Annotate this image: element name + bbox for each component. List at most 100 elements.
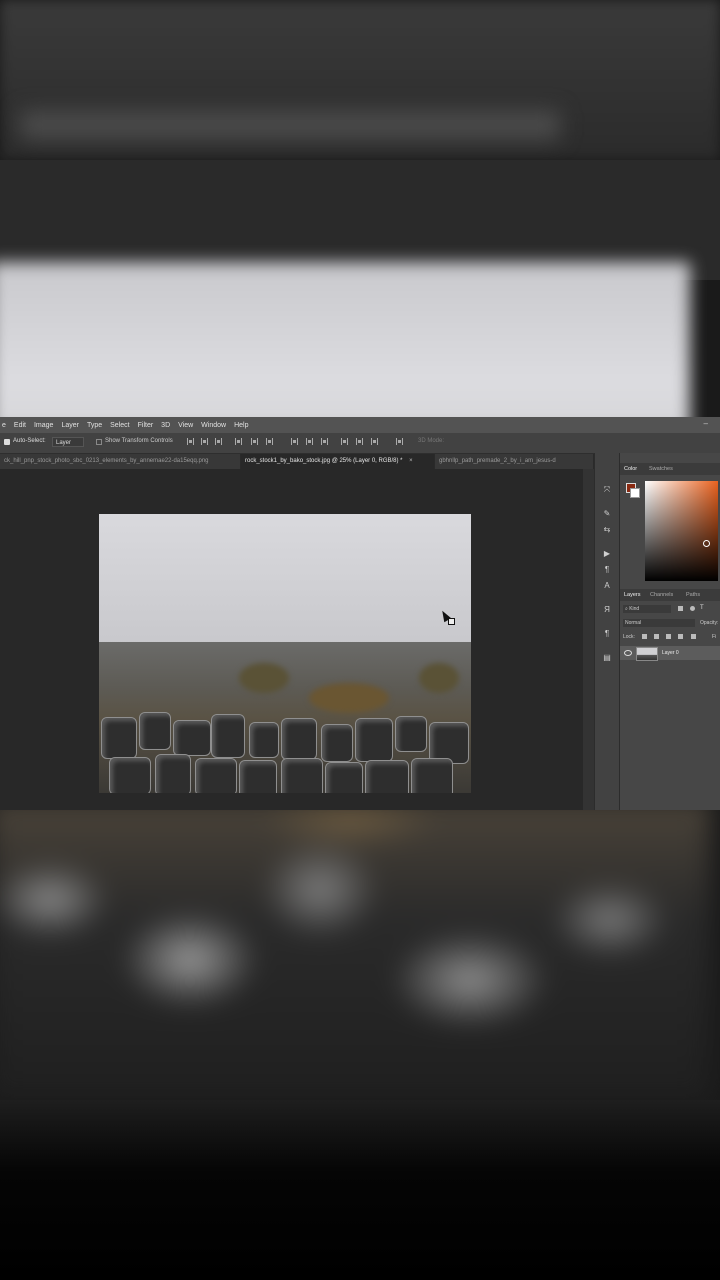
image-stone bbox=[239, 760, 277, 793]
photoshop-window: e Edit Image Layer Type Select Filter 3D… bbox=[0, 417, 720, 810]
blend-row: Normal Opacity: bbox=[620, 617, 720, 629]
align-hcenter-icon[interactable] bbox=[251, 438, 258, 445]
distribute-bottom-icon[interactable] bbox=[321, 438, 328, 445]
distribute-left-icon[interactable] bbox=[341, 438, 348, 445]
menu-window[interactable]: Window bbox=[201, 422, 226, 429]
distribute-vcenter-icon[interactable] bbox=[306, 438, 313, 445]
tab-hill-stock[interactable]: ck_hill_pnp_stock_photo_sbc_0213_element… bbox=[0, 454, 241, 469]
lock-position-icon[interactable] bbox=[666, 634, 671, 639]
auto-select-checkbox[interactable] bbox=[4, 439, 10, 445]
lock-transparent-icon[interactable] bbox=[642, 634, 647, 639]
layer-filter-row: ⌕ Kind T bbox=[620, 603, 720, 615]
image-scrub bbox=[419, 663, 459, 693]
image-stone bbox=[109, 757, 151, 793]
lock-paint-icon[interactable] bbox=[654, 634, 659, 639]
background-color-swatch[interactable] bbox=[630, 488, 640, 498]
brush-icon[interactable]: ✎ bbox=[601, 509, 613, 519]
minimize-icon[interactable]: – bbox=[704, 419, 708, 428]
blurred-rocks bbox=[0, 800, 710, 1100]
image-stone bbox=[395, 716, 427, 752]
layer-filter-dropdown[interactable]: ⌕ Kind bbox=[623, 605, 671, 613]
color-picker-field[interactable] bbox=[645, 481, 718, 581]
panel-icon-dock: ⤧ ✎ ⇆ ▶ ¶ A Я ¶ ▤ bbox=[594, 453, 619, 810]
move-icon[interactable]: ⤧ bbox=[601, 485, 613, 495]
image-stone bbox=[139, 712, 171, 750]
paragraph-icon[interactable]: Я bbox=[601, 605, 613, 615]
tab-rock-stock[interactable]: rock_stock1_by_bako_stock.jpg @ 25% (Lay… bbox=[241, 454, 435, 469]
adjust-icon[interactable]: ⇆ bbox=[601, 525, 613, 535]
play-icon[interactable]: ▶ bbox=[601, 549, 613, 559]
show-transform-checkbox[interactable] bbox=[96, 439, 102, 445]
image-stone bbox=[155, 754, 191, 793]
image-stone bbox=[195, 758, 237, 793]
tab-label: rock_stock1_by_bako_stock.jpg @ 25% (Lay… bbox=[245, 458, 403, 464]
image-scrub bbox=[309, 683, 389, 713]
dark-bottom bbox=[0, 1100, 720, 1280]
paragraph-mark-icon[interactable]: ¶ bbox=[601, 629, 613, 639]
image-stone bbox=[355, 718, 393, 762]
align-right-icon[interactable] bbox=[266, 438, 273, 445]
blurred-toolbar bbox=[20, 110, 560, 140]
distribute-top-icon[interactable] bbox=[291, 438, 298, 445]
options-bar: Auto-Select: Layer Show Transform Contro… bbox=[0, 433, 720, 454]
auto-align-icon[interactable] bbox=[396, 438, 403, 445]
filter-pixel-icon[interactable] bbox=[678, 606, 683, 611]
menu-view[interactable]: View bbox=[178, 422, 193, 429]
visibility-eye-icon[interactable] bbox=[624, 650, 632, 656]
auto-select-dropdown[interactable]: Layer bbox=[52, 437, 84, 447]
menu-bar: e Edit Image Layer Type Select Filter 3D… bbox=[0, 417, 720, 433]
image-landscape bbox=[99, 642, 471, 793]
image-scrub bbox=[239, 663, 289, 693]
filter-adjustment-icon[interactable] bbox=[690, 606, 695, 611]
menu-help[interactable]: Help bbox=[234, 422, 248, 429]
glyph-icon[interactable]: A bbox=[601, 581, 613, 591]
tab-path-premade[interactable]: gbhnllp_path_premade_2_by_i_am_jesus-d bbox=[435, 454, 594, 469]
fill-label: Fi bbox=[712, 634, 717, 640]
collapsed-panel-strip[interactable] bbox=[583, 469, 594, 810]
tab-paths[interactable]: Paths bbox=[686, 592, 700, 598]
close-icon[interactable]: × bbox=[409, 458, 413, 464]
distribute-hcenter-icon[interactable] bbox=[356, 438, 363, 445]
lock-artboard-icon[interactable] bbox=[678, 634, 683, 639]
menu-filter[interactable]: Filter bbox=[138, 422, 154, 429]
menu-select[interactable]: Select bbox=[110, 422, 129, 429]
character-icon[interactable]: ¶ bbox=[601, 565, 613, 575]
distribute-right-icon[interactable] bbox=[371, 438, 378, 445]
tab-layers[interactable]: Layers bbox=[624, 592, 641, 598]
image-stone bbox=[411, 758, 453, 793]
align-vcenter-icon[interactable] bbox=[201, 438, 208, 445]
right-panels: Color Swatches Layers Channels Paths ⌕ K… bbox=[619, 453, 720, 810]
document-tabs: ck_hill_pnp_stock_photo_sbc_0213_element… bbox=[0, 454, 595, 469]
align-top-icon[interactable] bbox=[187, 438, 194, 445]
filter-type-icon[interactable]: T bbox=[700, 605, 706, 611]
image-stone bbox=[321, 724, 353, 762]
image-stone bbox=[325, 762, 363, 793]
image-stone bbox=[249, 722, 279, 758]
layer-thumbnail bbox=[636, 647, 658, 661]
auto-select-label: Auto-Select: bbox=[13, 438, 46, 444]
color-picker-handle[interactable] bbox=[703, 540, 710, 547]
blend-mode-dropdown[interactable]: Normal bbox=[623, 619, 695, 627]
menu-3d[interactable]: 3D bbox=[161, 422, 170, 429]
menu-image[interactable]: Image bbox=[34, 422, 53, 429]
canvas-area[interactable] bbox=[0, 469, 583, 810]
lock-all-icon[interactable] bbox=[691, 634, 696, 639]
tab-swatches[interactable]: Swatches bbox=[649, 466, 673, 472]
document-image[interactable] bbox=[99, 514, 471, 793]
menu-file[interactable]: e bbox=[2, 422, 6, 429]
align-left-icon[interactable] bbox=[235, 438, 242, 445]
menu-type[interactable]: Type bbox=[87, 422, 102, 429]
menu-edit[interactable]: Edit bbox=[14, 422, 26, 429]
properties-icon[interactable]: ▤ bbox=[601, 653, 613, 663]
image-stone bbox=[211, 714, 245, 758]
align-bottom-icon[interactable] bbox=[215, 438, 222, 445]
layer-row-layer-0[interactable]: Layer 0 bbox=[620, 646, 720, 661]
menu-layer[interactable]: Layer bbox=[61, 422, 79, 429]
layers-panel-tabs: Layers Channels Paths bbox=[620, 589, 720, 601]
tab-channels[interactable]: Channels bbox=[650, 592, 673, 598]
cursor-badge-icon bbox=[448, 618, 455, 625]
image-stone bbox=[365, 760, 409, 793]
opacity-label: Opacity: bbox=[700, 620, 719, 626]
tab-color[interactable]: Color bbox=[624, 466, 637, 472]
tab-label: gbhnllp_path_premade_2_by_i_am_jesus-d bbox=[439, 458, 556, 464]
